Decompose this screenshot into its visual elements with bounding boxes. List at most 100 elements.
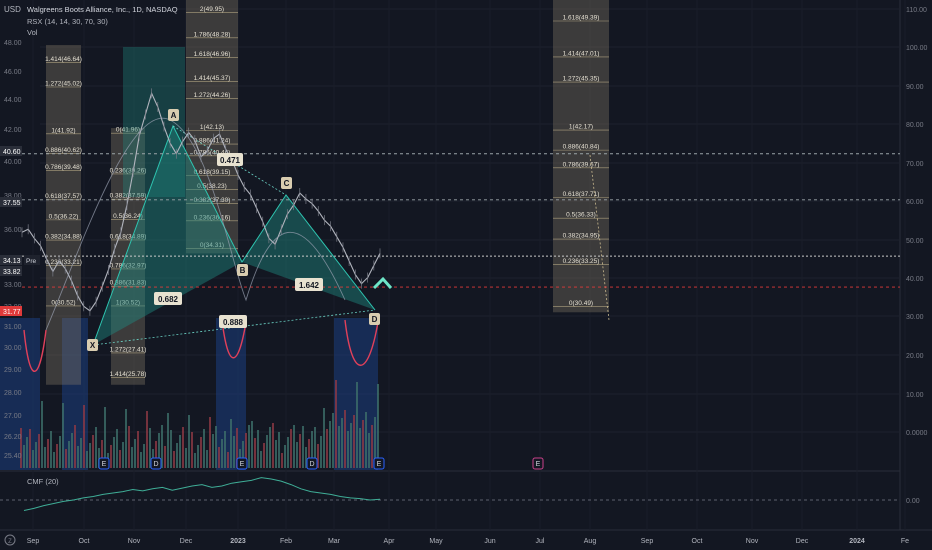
volume-bar bbox=[332, 413, 334, 468]
badge-level-2-text: 37.55 bbox=[3, 200, 21, 207]
volume-bar bbox=[281, 453, 283, 468]
time-tick-label: Nov bbox=[128, 538, 141, 545]
volume-bar bbox=[62, 403, 64, 468]
volume-bar bbox=[257, 430, 259, 468]
volume-bar bbox=[251, 421, 253, 468]
event-marker: D bbox=[153, 461, 158, 468]
rsi-tick-label: 110.00 bbox=[906, 7, 927, 14]
volume-bar bbox=[182, 427, 184, 468]
volume-bar bbox=[194, 453, 196, 468]
fib-level-label: 1.272(45.02) bbox=[45, 80, 82, 87]
volume-bar bbox=[227, 452, 229, 468]
volume-bar bbox=[212, 434, 214, 468]
price-tick-label: 46.00 bbox=[4, 69, 22, 76]
time-tick-label: Sep bbox=[641, 538, 654, 545]
time-tick-label: Oct bbox=[692, 538, 703, 545]
volume-bar bbox=[59, 436, 61, 468]
fib-level-label: 1.414(46.64) bbox=[45, 56, 82, 63]
rsi-tick-label: 50.00 bbox=[906, 238, 924, 245]
volume-bar bbox=[35, 442, 37, 468]
volume-bar bbox=[230, 419, 232, 468]
point-a: A bbox=[171, 111, 177, 120]
volume-bar bbox=[86, 451, 88, 468]
fib-level-label: 1.414(45.37) bbox=[194, 75, 231, 82]
time-tick-label: 2024 bbox=[849, 538, 865, 545]
volume-bar bbox=[29, 429, 31, 468]
volume-bar bbox=[47, 439, 49, 468]
volume-bar bbox=[173, 451, 175, 468]
volume-bar bbox=[272, 423, 274, 468]
volume-bar bbox=[299, 434, 301, 468]
time-tick-label: Fe bbox=[901, 538, 909, 545]
volume-bar bbox=[197, 445, 199, 468]
fib-level-label: 0.382(34.88) bbox=[45, 234, 82, 241]
volume-bar bbox=[221, 439, 223, 468]
ratio-abc: 0.471 bbox=[220, 156, 241, 165]
volume-bar bbox=[347, 431, 349, 468]
fib-level-label: 1.618(49.39) bbox=[563, 15, 600, 22]
volume-bar bbox=[260, 451, 262, 468]
ratio-xad: 0.888 bbox=[223, 318, 244, 327]
timezone-icon-text: Z bbox=[8, 539, 12, 545]
price-tick-label: 29.00 bbox=[4, 367, 22, 374]
time-tick-label: Sep bbox=[27, 538, 40, 545]
time-tick-label: Apr bbox=[384, 538, 396, 545]
volume-bar bbox=[176, 443, 178, 468]
volume-bar bbox=[65, 449, 67, 468]
symbol-title[interactable]: Walgreens Boots Alliance, Inc., 1D, NASD… bbox=[27, 5, 178, 14]
volume-bar bbox=[377, 384, 379, 468]
fib-level-label: 1.414(25.78) bbox=[110, 371, 147, 378]
fib-level-label: 0.236(33.21) bbox=[45, 259, 82, 266]
volume-bar bbox=[269, 427, 271, 468]
volume-bar bbox=[116, 429, 118, 468]
volume-bar bbox=[146, 411, 148, 468]
volume-bar bbox=[338, 426, 340, 468]
time-tick-label: Aug bbox=[584, 538, 597, 545]
volume-bar bbox=[71, 433, 73, 468]
price-tick-label: 40.00 bbox=[4, 159, 22, 166]
volume-bar bbox=[167, 413, 169, 468]
price-tick-label: 27.00 bbox=[4, 413, 22, 420]
volume-bar bbox=[89, 443, 91, 468]
volume-bar bbox=[164, 446, 166, 468]
volume-bar bbox=[215, 426, 217, 468]
price-tick-label: 42.00 bbox=[4, 127, 22, 134]
rsi-tick-label: 80.00 bbox=[906, 122, 924, 129]
volume-bar bbox=[350, 423, 352, 468]
volume-bar bbox=[77, 446, 79, 468]
price-tick-label: 26.20 bbox=[4, 434, 22, 441]
price-chart[interactable]: 1.414(46.64) 1.272(45.02) 1(41.92) 0.886(40… bbox=[0, 0, 932, 550]
volume-bar bbox=[278, 432, 280, 468]
volume-bar bbox=[248, 425, 250, 468]
volume-bar bbox=[50, 431, 52, 468]
fib-level-label: 0.236(33.25) bbox=[563, 258, 600, 265]
ratio-bcd: 1.642 bbox=[299, 281, 320, 290]
volume-bar bbox=[143, 444, 145, 468]
volume-indicator-label[interactable]: Vol bbox=[27, 28, 38, 37]
volume-bar bbox=[179, 435, 181, 468]
volume-bar bbox=[344, 410, 346, 468]
volume-bar bbox=[371, 425, 373, 468]
volume-bar bbox=[134, 439, 136, 468]
price-tick-label: 48.00 bbox=[4, 40, 22, 47]
currency-label: USD bbox=[4, 5, 21, 14]
fib-level-label: 0.618(37.57) bbox=[45, 193, 82, 200]
cmf-indicator-label[interactable]: CMF (20) bbox=[27, 477, 59, 486]
volume-bar bbox=[218, 447, 220, 468]
volume-bar bbox=[275, 440, 277, 468]
fib-level-label: 1.272(27.41) bbox=[110, 346, 147, 353]
point-b: B bbox=[240, 266, 246, 275]
event-marker: E bbox=[377, 461, 382, 468]
volume-bar bbox=[44, 447, 46, 468]
volume-bar bbox=[362, 420, 364, 468]
volume-bar bbox=[191, 432, 193, 468]
fib-level-label: 0(30.49) bbox=[569, 300, 593, 307]
volume-bar bbox=[287, 437, 289, 468]
rsi-indicator-label[interactable]: RSX (14, 14, 30, 70, 30) bbox=[27, 17, 108, 26]
fib-level-label: 1(42.17) bbox=[569, 124, 593, 131]
rsi-tick-label: 70.00 bbox=[906, 161, 924, 168]
volume-bar bbox=[38, 434, 40, 468]
time-tick-label: Oct bbox=[79, 538, 90, 545]
volume-bar bbox=[131, 447, 133, 468]
cmf-tick-label: 0.00 bbox=[906, 498, 920, 505]
